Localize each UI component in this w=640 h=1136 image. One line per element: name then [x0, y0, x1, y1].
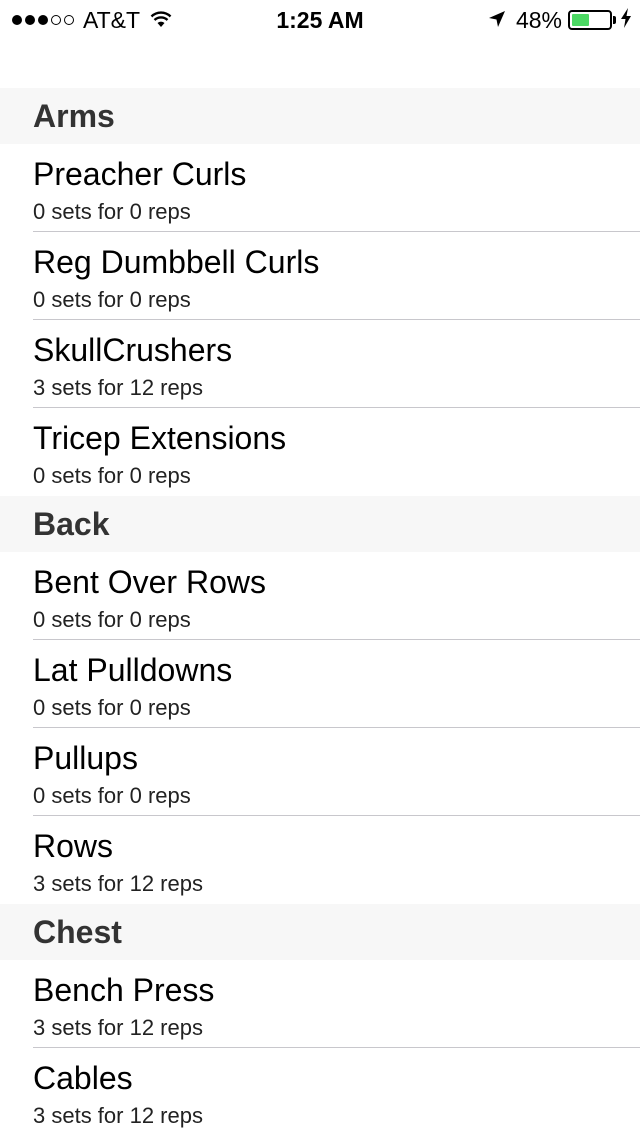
exercise-row[interactable]: SkullCrushers 3 sets for 12 reps [0, 320, 640, 408]
exercise-detail: 3 sets for 12 reps [33, 1103, 203, 1128]
exercise-name: Preacher Curls [33, 156, 247, 192]
exercise-detail: 3 sets for 12 reps [33, 1015, 203, 1040]
exercise-row[interactable]: Pullups 0 sets for 0 reps [0, 728, 640, 816]
charging-bolt-icon [620, 7, 632, 34]
exercise-name: Rows [33, 828, 114, 864]
exercise-detail: 0 sets for 0 reps [33, 695, 191, 720]
section-header: Arms [0, 88, 640, 144]
battery-percent: 48% [515, 6, 562, 33]
exercise-detail: 0 sets for 0 reps [33, 463, 191, 488]
exercise-row[interactable]: Reg Dumbbell Curls 0 sets for 0 reps [0, 232, 640, 320]
exercise-row[interactable]: Preacher Curls 0 sets for 0 reps [0, 144, 640, 232]
exercise-detail: 0 sets for 0 reps [33, 607, 191, 632]
exercise-row[interactable]: Bent Over Rows 0 sets for 0 reps [0, 552, 640, 640]
exercise-name: Reg Dumbbell Curls [33, 244, 320, 280]
location-arrow-icon [488, 7, 506, 34]
exercise-name: Bench Press [33, 972, 215, 1008]
exercise-name: Tricep Extensions [33, 420, 287, 456]
exercise-row[interactable]: Rows 3 sets for 12 reps [0, 816, 640, 904]
exercise-name: Cables [33, 1060, 133, 1096]
section-header: Back [0, 496, 640, 552]
exercise-name: Pullups [33, 740, 138, 776]
battery-icon [568, 10, 612, 30]
exercise-name: Bent Over Rows [33, 564, 266, 600]
exercise-detail: 0 sets for 0 reps [33, 783, 191, 808]
exercise-name: Lat Pulldowns [33, 652, 233, 688]
battery-tip [613, 16, 616, 24]
exercise-detail: 0 sets for 0 reps [33, 287, 191, 312]
exercise-row[interactable]: Lat Pulldowns 0 sets for 0 reps [0, 640, 640, 728]
exercise-name: SkullCrushers [33, 332, 233, 368]
exercise-row[interactable]: Bench Press 3 sets for 12 reps [0, 960, 640, 1048]
exercise-detail: 0 sets for 0 reps [33, 199, 191, 224]
exercise-detail: 3 sets for 12 reps [33, 375, 203, 400]
exercise-detail: 3 sets for 12 reps [33, 871, 203, 896]
exercise-table: Arms Preacher Curls 0 sets for 0 reps Reg D… [0, 88, 640, 1136]
status-bar: AT&T 1:25 AM 48% [0, 0, 640, 40]
status-right: 48% [488, 6, 632, 34]
section-header: Chest [0, 904, 640, 960]
exercise-row[interactable]: Cables 3 sets for 12 reps [0, 1048, 640, 1136]
battery-level-fill [572, 14, 589, 26]
navigation-bar [0, 40, 640, 88]
exercise-row[interactable]: Tricep Extensions 0 sets for 0 reps [0, 408, 640, 496]
